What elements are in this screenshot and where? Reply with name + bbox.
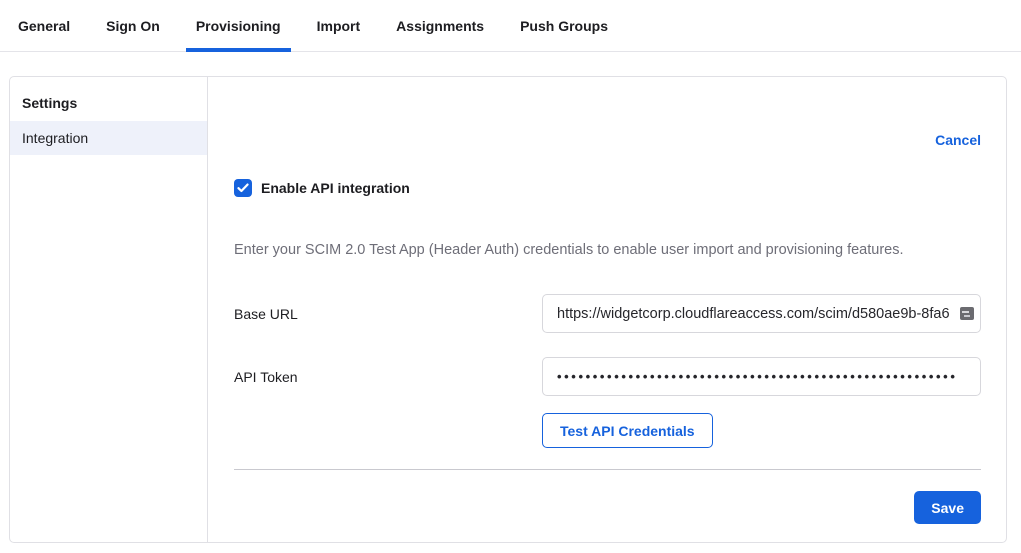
text-cursor-icon: [960, 307, 974, 320]
tab-general[interactable]: General: [8, 0, 80, 51]
tab-sign-on[interactable]: Sign On: [96, 0, 170, 51]
footer-divider: [234, 469, 981, 470]
tab-import[interactable]: Import: [307, 0, 371, 51]
enable-api-integration-label: Enable API integration: [261, 180, 410, 196]
integration-settings-content: Cancel Enable API integration Enter your…: [208, 77, 1006, 542]
cancel-button[interactable]: Cancel: [935, 132, 981, 148]
sidebar-heading: Settings: [10, 85, 207, 121]
credentials-description: Enter your SCIM 2.0 Test App (Header Aut…: [234, 242, 981, 258]
app-tab-bar: General Sign On Provisioning Import Assi…: [0, 0, 1021, 52]
settings-sidebar: Settings Integration: [10, 77, 208, 542]
base-url-label: Base URL: [234, 306, 542, 322]
provisioning-panel: Settings Integration Cancel Enable API i…: [9, 76, 1007, 543]
tab-assignments[interactable]: Assignments: [386, 0, 494, 51]
sidebar-item-integration[interactable]: Integration: [10, 121, 207, 155]
tab-push-groups[interactable]: Push Groups: [510, 0, 618, 51]
tab-provisioning[interactable]: Provisioning: [186, 0, 291, 51]
checkmark-icon: [237, 183, 249, 193]
api-token-label: API Token: [234, 369, 542, 385]
enable-api-integration-checkbox[interactable]: [234, 179, 252, 197]
test-api-credentials-button[interactable]: Test API Credentials: [542, 413, 713, 448]
save-button[interactable]: Save: [914, 491, 981, 524]
base-url-input[interactable]: [542, 294, 981, 333]
api-token-input[interactable]: [542, 357, 981, 396]
